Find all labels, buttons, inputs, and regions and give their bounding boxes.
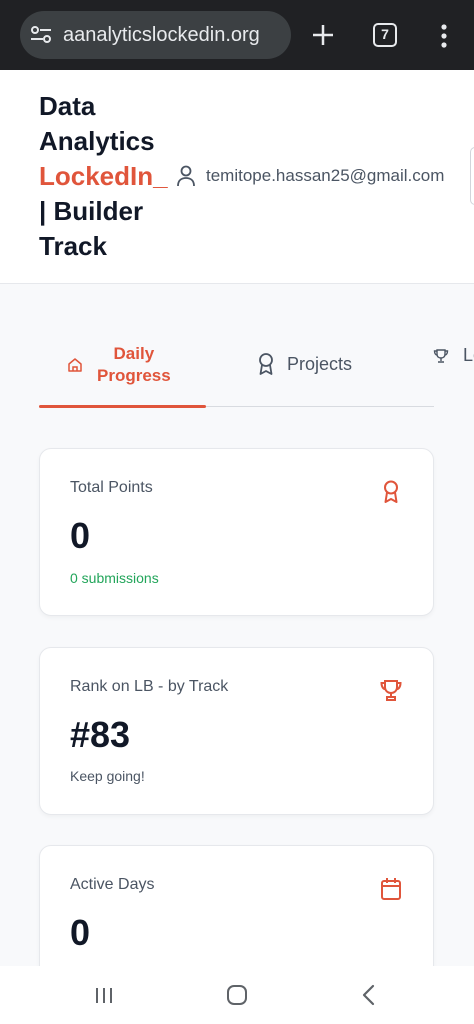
card-value: 0 [70, 912, 91, 953]
tab-label: Daily Progress [97, 344, 171, 385]
user-email: temitope.hassan25@gmail.com [206, 166, 445, 185]
tab-switcher-button[interactable]: 7 [373, 23, 397, 47]
stat-card-total-points: Total Points 0 0 submissions [39, 448, 434, 616]
more-options-icon[interactable] [436, 22, 452, 50]
tab-leaderboard[interactable]: Le [433, 345, 474, 366]
back-icon[interactable] [360, 984, 378, 1006]
home-button-icon[interactable] [226, 984, 248, 1006]
header-action-button[interactable] [470, 147, 474, 205]
site-settings-icon[interactable] [30, 25, 52, 45]
user-icon [177, 165, 195, 187]
title-line: Analytics [39, 126, 155, 156]
stat-card-active-days: Active Days 0 [39, 845, 434, 985]
calendar-icon [381, 878, 401, 900]
tab-daily-progress[interactable]: Daily Progress [67, 343, 171, 387]
home-icon [68, 358, 82, 372]
tab-projects[interactable]: Projects [257, 352, 352, 376]
card-label: Total Points [70, 479, 153, 496]
address-bar[interactable]: aanalyticslockedin.org [20, 11, 291, 59]
title-line: Data [39, 91, 96, 121]
card-subtext: 0 submissions [70, 570, 159, 586]
active-tab-indicator [39, 405, 206, 408]
trophy-icon [433, 348, 449, 363]
card-value: #83 [70, 714, 131, 755]
card-subtext: Keep going! [70, 768, 145, 784]
recent-apps-icon[interactable] [94, 987, 114, 1004]
tab-label: Le [463, 345, 474, 365]
title-line: Track [39, 231, 107, 261]
card-value: 0 [70, 515, 91, 556]
url-text[interactable]: aanalyticslockedin.org [63, 23, 285, 47]
stat-card-rank: Rank on LB - by Track #83 Keep going! [39, 647, 434, 815]
page-title: Data Analytics LockedIn_ | Builder Track [39, 89, 179, 264]
title-brand: LockedIn_ [39, 161, 168, 191]
title-line: | Builder [39, 196, 144, 226]
trophy-icon [380, 680, 402, 701]
card-label: Active Days [70, 876, 155, 893]
new-tab-icon[interactable] [308, 20, 338, 50]
browser-toolbar: aanalyticslockedin.org 7 [0, 0, 474, 70]
award-icon [384, 480, 398, 503]
card-label: Rank on LB - by Track [70, 678, 229, 695]
award-icon [259, 353, 273, 375]
tab-label: Projects [287, 353, 353, 374]
